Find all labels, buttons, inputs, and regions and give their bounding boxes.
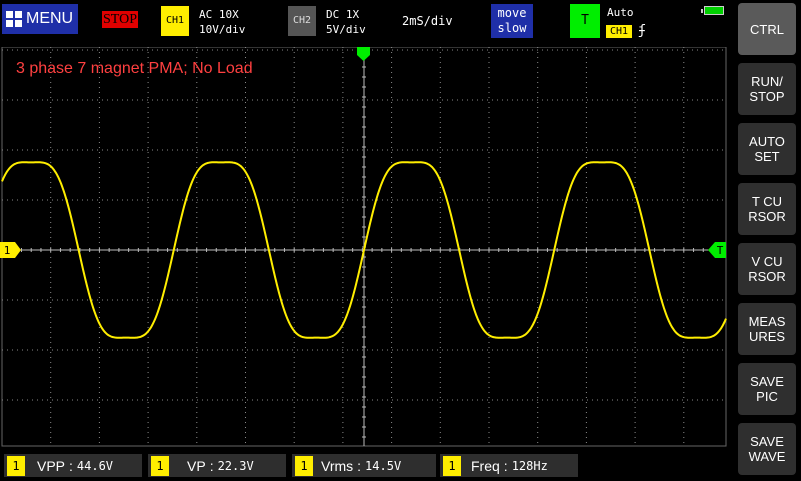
ch2-scale: 5V/div — [326, 23, 366, 36]
ch1-settings[interactable]: AC 10X 10V/div — [199, 7, 245, 37]
time-cursor-button[interactable]: T CU RSOR — [738, 183, 796, 235]
battery-icon — [701, 6, 724, 15]
ch1-marker-label: 1 — [4, 244, 11, 257]
ch2-settings[interactable]: DC 1X 5V/div — [326, 7, 366, 37]
measurement-value: 14.5V — [365, 458, 402, 473]
save-picture-button[interactable]: SAVE PIC — [738, 363, 796, 415]
waveform-grid: 1 T — [0, 47, 727, 447]
rising-edge-icon: ʄ — [638, 23, 646, 38]
ch2-badge[interactable]: CH2 — [288, 6, 316, 36]
measurement-channel-chip: 1 — [151, 455, 169, 476]
trigger-badge[interactable]: T — [570, 4, 600, 38]
menu-label: MENU — [26, 10, 74, 27]
ch1-coupling: AC 10X — [199, 8, 239, 21]
measurement-value: 128Hz — [511, 458, 548, 473]
ch2-coupling: DC 1X — [326, 8, 360, 21]
measurement-label: VPP — [37, 457, 66, 474]
menu-button[interactable]: MENU — [2, 4, 78, 34]
timebase-readout[interactable]: 2mS/div — [402, 14, 453, 28]
measurement-channel-chip: 1 — [295, 455, 313, 476]
measurement-label: Freq — [471, 457, 500, 474]
trigger-source[interactable]: CH1 — [606, 25, 632, 38]
measurement-freq[interactable]: 1 Freq : 128Hz — [440, 454, 578, 477]
measurement-vpp[interactable]: 1 VPP : 44.6V — [4, 454, 142, 477]
measurement-value: 44.6V — [76, 458, 114, 473]
measurement-bar: 1 VPP : 44.6V 1 VP : 22.3V 1 Vrms : 14.5… — [0, 452, 732, 480]
move-speed-button[interactable]: move slow — [491, 4, 533, 38]
right-sidebar: CTRL RUN/ STOP AUTO SET T CU RSOR V CU R… — [736, 0, 801, 481]
measurement-vp[interactable]: 1 VP : 22.3V — [148, 454, 286, 477]
speed-label: slow — [497, 21, 527, 35]
waveform-annotation: 3 phase 7 magnet PMA; No Load — [16, 60, 253, 77]
measurement-vrms[interactable]: 1 Vrms : 14.5V — [292, 454, 436, 477]
waveform-display[interactable]: 1 T — [0, 47, 732, 447]
ch1-scale: 10V/div — [199, 23, 246, 36]
measures-button[interactable]: MEAS URES — [738, 303, 796, 355]
measurement-label: Vrms — [321, 457, 354, 474]
measurement-label: VP — [187, 457, 206, 474]
auto-set-button[interactable]: AUTO SET — [738, 123, 796, 175]
measurement-value: 22.3V — [217, 458, 254, 473]
voltage-cursor-button[interactable]: V CU RSOR — [738, 243, 796, 295]
run-stop-button[interactable]: RUN/ STOP — [738, 63, 796, 115]
measurement-channel-chip: 1 — [443, 455, 461, 476]
grid-menu-icon — [6, 11, 22, 27]
top-status-bar: MENU STOP CH1 AC 10X 10V/div CH2 DC 1X 5… — [0, 0, 732, 44]
ch1-badge[interactable]: CH1 — [161, 6, 189, 36]
trigger-mode[interactable]: Auto — [607, 6, 634, 19]
trigger-marker-label: T — [717, 244, 724, 257]
save-wave-button[interactable]: SAVE WAVE — [738, 423, 796, 475]
ctrl-button[interactable]: CTRL — [738, 3, 796, 55]
run-state-badge[interactable]: STOP — [102, 11, 138, 28]
move-label: move — [497, 6, 527, 20]
measurement-channel-chip: 1 — [7, 455, 25, 476]
